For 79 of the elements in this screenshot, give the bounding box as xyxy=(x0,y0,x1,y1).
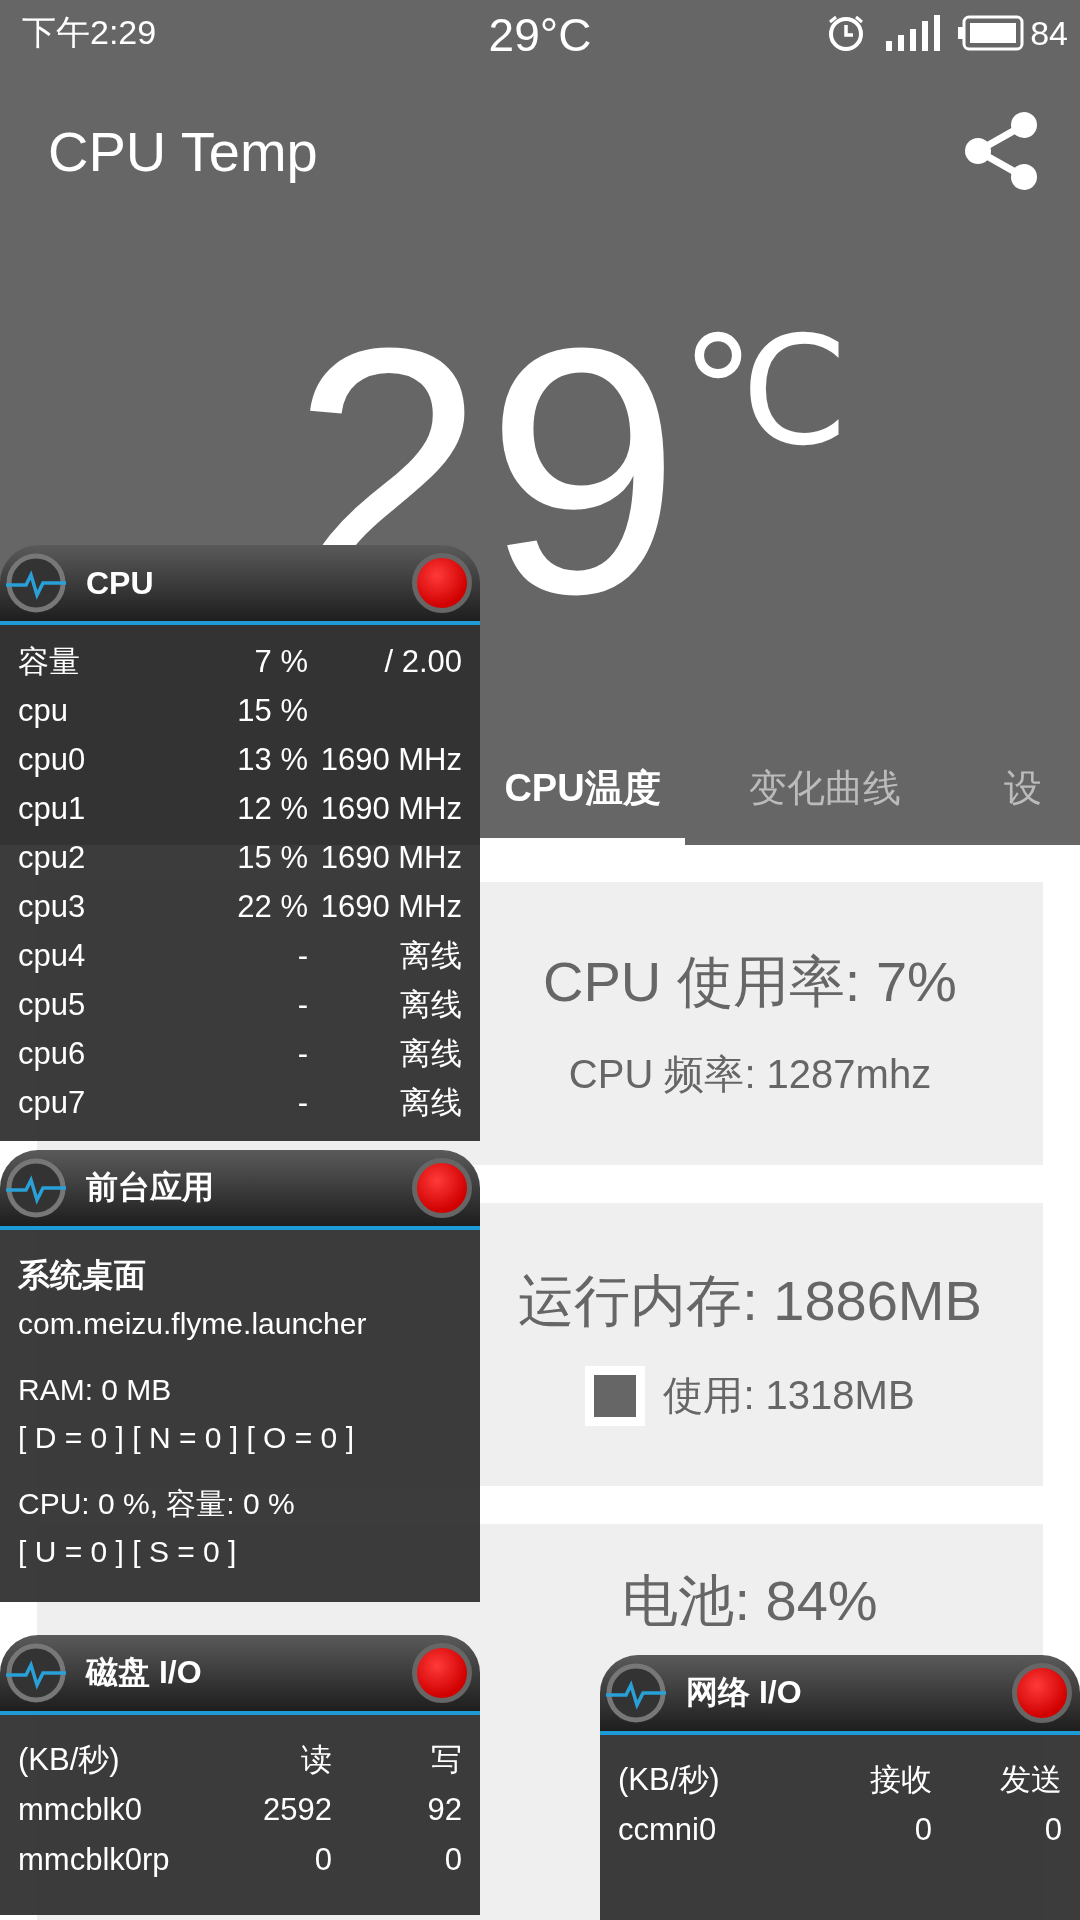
column-header: 接收 xyxy=(869,1761,932,1799)
column-header: (KB/秒) xyxy=(618,1761,721,1799)
table-cell-text: 13 % xyxy=(236,741,308,779)
table-cell-text: 2592 xyxy=(262,1791,332,1829)
table-cell-text: 7 % xyxy=(253,643,308,681)
table-cell-text: 15 % xyxy=(236,692,308,730)
pulse-icon xyxy=(4,1156,68,1220)
table-cell-text: 离线 xyxy=(399,1084,462,1122)
card-title: 运行内存: 1886MB xyxy=(518,1267,982,1334)
pulse-icon xyxy=(4,551,68,615)
table-cell-text: cpu0 xyxy=(18,741,87,779)
table-cell-text: 离线 xyxy=(399,1035,462,1073)
table-cell-text: cpu7 xyxy=(18,1084,87,1122)
app-name: 系统桌面 xyxy=(18,1256,147,1295)
table-cell-text: 0 xyxy=(913,1811,932,1849)
legend-icon xyxy=(585,1365,646,1426)
table-cell-text: - xyxy=(296,986,308,1024)
stat-line: RAM: 0 MB xyxy=(18,1372,173,1408)
table-cell-text: 22 % xyxy=(236,888,308,926)
table-cell-text: 1690 MHz xyxy=(319,790,462,828)
table-cell-text: ccmni0 xyxy=(618,1811,718,1849)
table-cell-text: cpu6 xyxy=(18,1035,87,1073)
widget-title-bar[interactable]: CPU xyxy=(0,545,480,625)
close-button[interactable] xyxy=(1012,1663,1072,1723)
table-cell-text: cpu2 xyxy=(18,839,87,877)
table-cell-text: 1690 MHz xyxy=(319,888,462,926)
share-icon[interactable] xyxy=(964,111,1040,191)
stat-line: [ D = 0 ] [ N = 0 ] [ O = 0 ] xyxy=(18,1420,355,1456)
card-detail: CPU 频率: 1287mhz xyxy=(568,1051,932,1098)
close-button[interactable] xyxy=(412,1158,472,1218)
widget-title-bar[interactable]: 网络 I/O xyxy=(600,1655,1080,1735)
widget-title-bar[interactable]: 磁盘 I/O xyxy=(0,1635,480,1715)
table-cell-text: cpu4 xyxy=(18,937,87,975)
column-header: 读 xyxy=(300,1741,332,1779)
widget-title: 网络 I/O xyxy=(686,1673,802,1712)
table-cell-text: - xyxy=(296,1035,308,1073)
widget-title: CPU xyxy=(86,564,154,602)
table-cell-text: mmcblk0 xyxy=(18,1791,143,1829)
temperature-unit: ℃ xyxy=(680,316,849,466)
table-cell-text: / 2.00 xyxy=(383,643,462,681)
column-header: 写 xyxy=(430,1741,462,1779)
column-header: 发送 xyxy=(999,1761,1062,1799)
table-cell-text: 15 % xyxy=(236,839,308,877)
table-cell-text: 92 xyxy=(426,1791,462,1829)
stat-line: CPU: 0 %, 容量: 0 % xyxy=(18,1486,296,1522)
status-temperature: 29°C xyxy=(488,8,592,62)
table-cell-text: cpu5 xyxy=(18,986,87,1024)
package-name: com.meizu.flyme.launcher xyxy=(18,1306,368,1342)
table-cell-text: - xyxy=(296,1084,308,1122)
table-cell-text: mmcblk0rp xyxy=(18,1841,171,1879)
card-detail: 使用: 1318MB xyxy=(663,1372,915,1419)
widget-title-bar[interactable]: 前台应用 xyxy=(0,1150,480,1230)
column-header: (KB/秒) xyxy=(18,1741,121,1779)
card-title: CPU 使用率: 7% xyxy=(543,949,957,1015)
table-cell-text: 离线 xyxy=(399,937,462,975)
pulse-icon xyxy=(604,1661,668,1725)
battery-percent: 84 xyxy=(1030,13,1068,53)
widget-title: 磁盘 I/O xyxy=(86,1653,202,1692)
widget-title: 前台应用 xyxy=(86,1168,214,1207)
close-button[interactable] xyxy=(412,1643,472,1703)
table-cell-text: cpu3 xyxy=(18,888,87,926)
signal-icon xyxy=(884,13,941,53)
table-cell-text: 0 xyxy=(1043,1811,1062,1849)
table-cell-text: 1690 MHz xyxy=(319,741,462,779)
card-title: 电池: 84% xyxy=(622,1568,878,1634)
table-cell-text: 12 % xyxy=(236,790,308,828)
battery-icon xyxy=(958,15,1025,51)
table-cell-text: - xyxy=(296,937,308,975)
table-cell-text: 1690 MHz xyxy=(319,839,462,877)
table-cell-text: 容量 xyxy=(18,643,81,681)
table-cell-text: 0 xyxy=(313,1841,332,1879)
status-time: 下午2:29 xyxy=(22,12,157,53)
table-cell-text: 0 xyxy=(443,1841,462,1879)
pulse-icon xyxy=(4,1641,68,1705)
stat-line: [ U = 0 ] [ S = 0 ] xyxy=(18,1534,238,1570)
table-cell-text: cpu xyxy=(18,692,69,730)
table-cell-text: cpu1 xyxy=(18,790,87,828)
app-title: CPU Temp xyxy=(48,118,318,184)
table-cell-text: 离线 xyxy=(399,986,462,1024)
